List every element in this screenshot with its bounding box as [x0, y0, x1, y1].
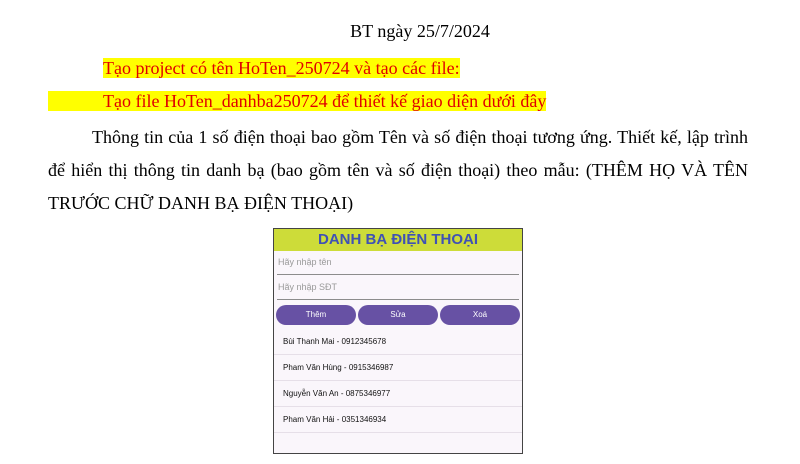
- phone-input[interactable]: Hãy nhập SĐT: [277, 280, 519, 300]
- delete-button[interactable]: Xoá: [440, 305, 520, 325]
- phone-mockup: DANH BẠ ĐIỆN THOẠI Hãy nhập tên Hãy nhập…: [273, 228, 523, 454]
- name-input[interactable]: Hãy nhập tên: [277, 255, 519, 275]
- highlighted-instruction-2-text: Tạo file HoTen_danhba250724 để thiết kế …: [48, 91, 547, 111]
- list-item[interactable]: Nguyễn Văn An - 0875346977: [274, 381, 522, 407]
- highlighted-instruction-1: Tạo project có tên HoTen_250724 và tạo c…: [103, 56, 460, 80]
- list-item[interactable]: Pham Văn Hải - 0351346934: [274, 407, 522, 433]
- add-button[interactable]: Thêm: [276, 305, 356, 325]
- contact-list: Bùi Thanh Mai - 0912345678 Pham Văn Hùng…: [274, 329, 522, 433]
- highlighted-instruction-1-text: Tạo project có tên HoTen_250724 và tạo c…: [103, 58, 460, 78]
- button-row: Thêm Sửa Xoá: [276, 305, 520, 325]
- edit-button[interactable]: Sửa: [358, 305, 438, 325]
- description-paragraph: Thông tin của 1 số điện thoại bao gồm Tê…: [48, 127, 748, 213]
- list-item[interactable]: Bùi Thanh Mai - 0912345678: [274, 329, 522, 355]
- highlighted-instruction-2: Tạo file HoTen_danhba250724 để thiết kế …: [48, 89, 547, 113]
- list-item[interactable]: Pham Văn Hùng - 0915346987: [274, 355, 522, 381]
- doc-title: BT ngày 25/7/2024: [350, 21, 490, 41]
- app-header: DANH BẠ ĐIỆN THOẠI: [274, 229, 522, 251]
